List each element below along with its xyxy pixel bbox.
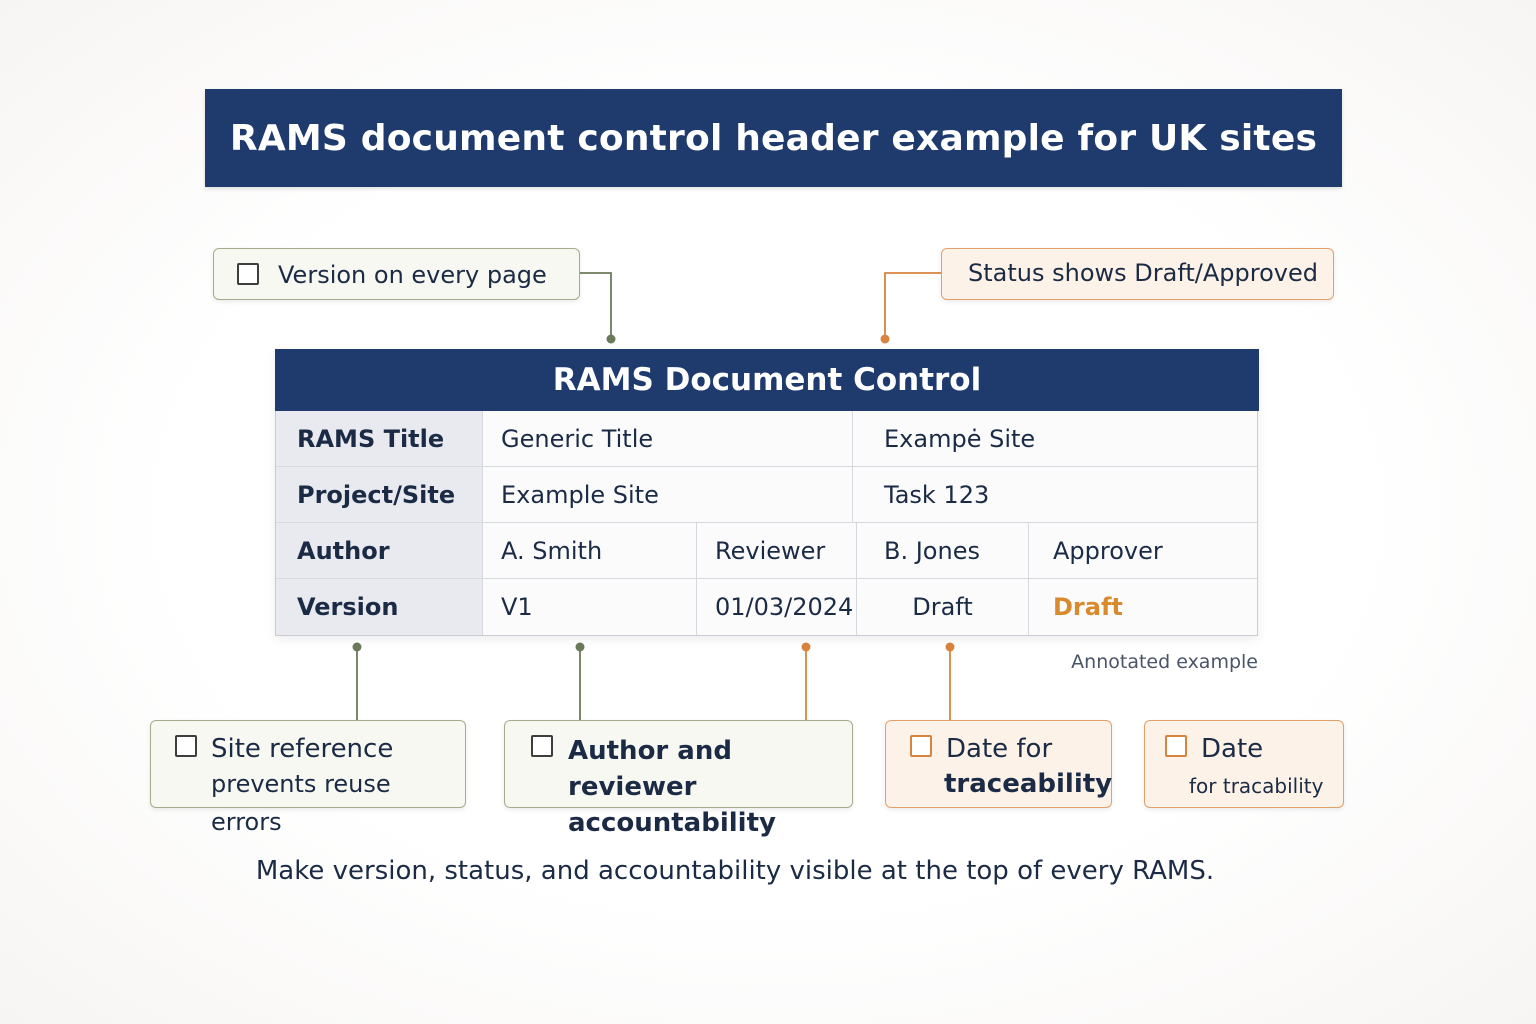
label-author: Author bbox=[276, 523, 483, 579]
callout-date-traceability: Date for traceability bbox=[885, 720, 1112, 808]
cell-reviewer: B. Jones bbox=[857, 523, 1029, 579]
callout-label: Version on every page bbox=[278, 261, 547, 289]
callout-line2: accountability bbox=[568, 808, 776, 838]
checkbox-icon[interactable] bbox=[1165, 735, 1187, 757]
cell-version: V1 bbox=[483, 579, 697, 635]
callout-label: Status shows Draft/Approved bbox=[968, 259, 1318, 287]
checkbox-icon[interactable] bbox=[910, 735, 932, 757]
label-reviewer: Reviewer bbox=[697, 523, 857, 579]
callout-version-every-page: Version on every page bbox=[213, 248, 580, 300]
callout-line2: traceability bbox=[944, 769, 1113, 799]
connector-status bbox=[880, 272, 941, 344]
callout-line1: Author and reviewer bbox=[568, 736, 732, 802]
checkbox-icon[interactable] bbox=[237, 263, 259, 285]
status-badge: Draft bbox=[1053, 593, 1123, 621]
table-header: RAMS Document Control bbox=[275, 349, 1259, 411]
annotation-note: Annotated example bbox=[1071, 651, 1258, 673]
callout-author-reviewer: Author and reviewer accountability bbox=[504, 720, 853, 838]
cell-date: 01/03/2024 bbox=[697, 579, 857, 635]
cell-task-ref: Task 123 bbox=[853, 467, 1257, 523]
cell-project-site: Example Site bbox=[483, 467, 853, 523]
page-title: RAMS document control header example for… bbox=[205, 89, 1342, 187]
cell-rams-title-site: Exampė Site bbox=[853, 411, 1257, 467]
connector-date bbox=[801, 642, 811, 720]
callout-line1: Site reference bbox=[211, 734, 394, 764]
cell-rams-title: Generic Title bbox=[483, 411, 853, 467]
label-approver: Approver bbox=[1029, 523, 1257, 579]
connector-site-reference bbox=[352, 642, 362, 720]
connector-author-reviewer bbox=[575, 642, 585, 720]
callout-line1: Date bbox=[1201, 734, 1264, 764]
checkbox-icon[interactable] bbox=[531, 735, 553, 757]
document-control-table: RAMS Document Control RAMS Title Generic… bbox=[275, 349, 1259, 636]
label-version: Version bbox=[276, 579, 483, 635]
callout-line2: prevents reuse errors bbox=[211, 770, 391, 836]
label-project-site: Project/Site bbox=[276, 467, 483, 523]
footer-caption: Make version, status, and accountability… bbox=[255, 856, 1215, 886]
connector-version bbox=[580, 272, 616, 344]
connector-status-cell bbox=[945, 642, 955, 720]
callout-line2: for tracability bbox=[1189, 774, 1324, 798]
checkbox-icon[interactable] bbox=[175, 735, 197, 757]
callout-site-reference: Site reference prevents reuse errors bbox=[150, 720, 466, 836]
label-rams-title: RAMS Title bbox=[276, 411, 483, 467]
cell-status-text: Draft bbox=[857, 579, 1029, 635]
callout-status: Status shows Draft/Approved bbox=[941, 248, 1334, 300]
cell-author: A. Smith bbox=[483, 523, 697, 579]
canvas: RAMS document control header example for… bbox=[0, 0, 1536, 1024]
callout-line1: Date for bbox=[946, 734, 1053, 764]
callout-date-tracability: Date for tracability bbox=[1144, 720, 1344, 808]
